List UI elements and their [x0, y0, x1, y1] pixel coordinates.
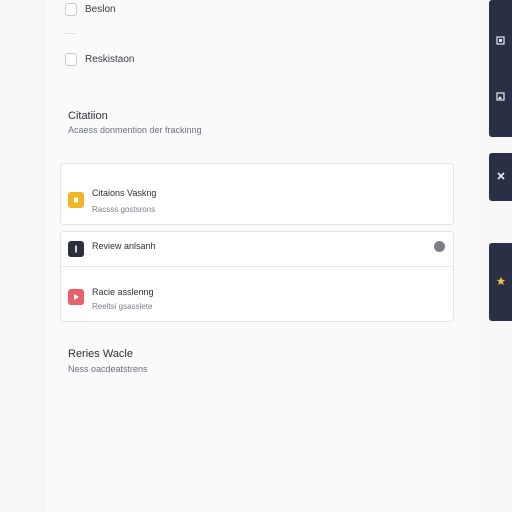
image-icon[interactable] [496, 88, 505, 106]
rail-tab-middle[interactable] [489, 153, 512, 201]
rail-tab-top[interactable] [489, 0, 512, 137]
checkbox[interactable] [65, 53, 77, 66]
document-badge-icon [68, 192, 84, 208]
checkbox[interactable] [65, 3, 77, 16]
play-badge-icon [68, 289, 84, 305]
star-icon[interactable] [496, 273, 506, 291]
main-panel: Beslon Reskistaon Citatiion Acaess donme… [44, 0, 482, 512]
checklist-item-1[interactable]: Beslon [65, 3, 116, 16]
checklist-label: Reskistaon [85, 54, 135, 65]
document-icon[interactable] [496, 32, 505, 50]
row-title: Review anlsanh [92, 241, 156, 251]
row-title: Racie asslenng [92, 287, 154, 297]
list-item-racie[interactable]: Racie asslenng Reeltsi gsasslete [61, 267, 453, 321]
puzzle-icon[interactable] [496, 168, 506, 186]
list-item-citations[interactable]: Citaions Vaskng Racsss gostsrons [61, 164, 453, 224]
checklist-label: Beslon [85, 4, 116, 15]
row-subtitle: Racsss gostsrons [92, 205, 156, 214]
card-citations: Citaions Vaskng Racsss gostsrons [60, 163, 454, 225]
divider [65, 33, 75, 34]
list-item-review[interactable]: Review anlsanh [61, 232, 453, 266]
section-subtitle: Acaess donmention der frackinng [68, 125, 202, 135]
number-badge-icon [68, 241, 84, 257]
card-review: Review anlsanh Racie asslenng Reeltsi gs… [60, 231, 454, 322]
row-title: Citaions Vaskng [92, 188, 157, 198]
section-title: Citatiion [68, 110, 108, 122]
rail-tab-bottom[interactable] [489, 243, 512, 321]
section-title: Reries Wacle [68, 348, 133, 360]
status-dot[interactable] [434, 241, 445, 252]
checklist-item-2[interactable]: Reskistaon [65, 53, 134, 66]
row-subtitle: Reeltsi gsasslete [92, 302, 153, 311]
section-subtitle: Ness oacdeatstrens [68, 364, 148, 374]
